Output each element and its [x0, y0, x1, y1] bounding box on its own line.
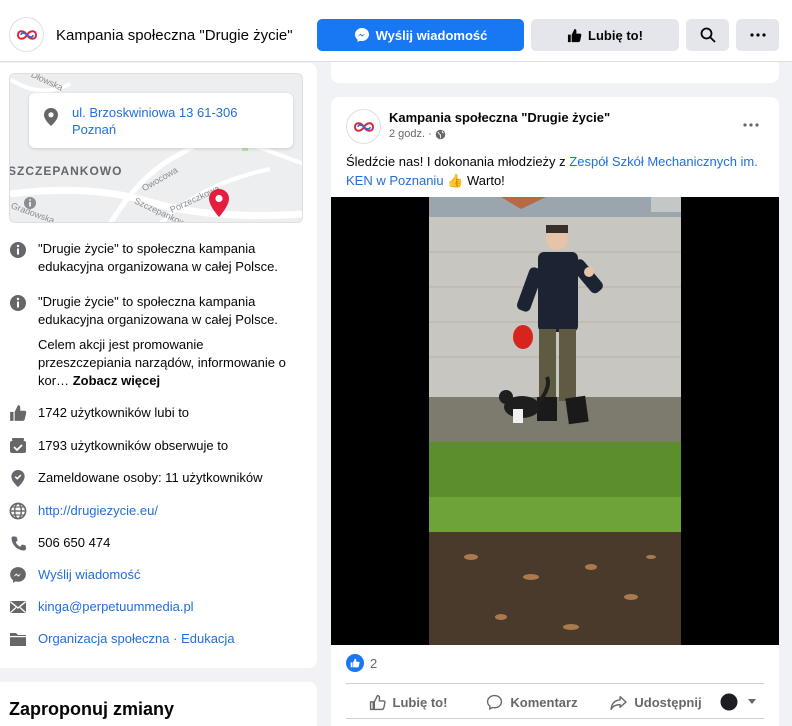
comment-icon [487, 694, 503, 710]
search-button[interactable] [686, 19, 729, 51]
thumbs-up-icon [8, 403, 28, 423]
envelope-icon [8, 597, 28, 617]
reaction-as-selector[interactable] [718, 693, 764, 711]
share-button[interactable]: Udostępnij [594, 694, 718, 711]
suggest-edits-card: Zaproponuj zmiany [0, 682, 317, 726]
phone-icon [8, 533, 28, 553]
send-message-link[interactable]: Wyślij wiadomość [38, 566, 293, 584]
likes-count: 1742 użytkowników lubi to [38, 405, 190, 420]
divider [346, 718, 764, 719]
page-title[interactable]: Kampania społeczna "Drugie życie" [56, 27, 293, 44]
infinity-logo-icon [353, 121, 374, 132]
thumbs-up-icon [567, 28, 582, 42]
location-pin-icon [44, 108, 58, 126]
comment-button[interactable]: Komentarz [470, 694, 594, 711]
like-post-label: Lubię to! [392, 694, 448, 710]
see-more-link[interactable]: Zobacz więcej [73, 373, 160, 388]
post-time-text[interactable]: 2 godz. [389, 128, 425, 140]
category-link[interactable]: Organizacja społeczna · Edukacja [38, 630, 293, 648]
reaction-count: 2 [370, 655, 378, 671]
about-description-text: "Drugie życie" to społeczna kampania edu… [38, 294, 278, 327]
address-line-2: Poznań [72, 122, 117, 137]
public-globe-icon [435, 129, 446, 139]
more-options-button[interactable] [736, 19, 779, 51]
suggest-edits-title: Zaproponuj zmiany [9, 699, 175, 719]
post-author-avatar[interactable] [346, 109, 381, 144]
more-icon [743, 123, 759, 127]
post-timestamp: 2 godz. · [389, 128, 446, 140]
avatar [720, 693, 737, 711]
about-card: Dłowska SZCZEPANKOWO Owocowa Porzeczkowa… [0, 63, 317, 668]
like-page-label: Lubię to! [588, 27, 643, 43]
checkins-count: Zameldowane osoby: 11 użytkowników [38, 470, 263, 485]
followers-count: 1793 użytkowników obserwuje to [38, 438, 229, 453]
thumbs-up-icon [369, 694, 386, 710]
followers-icon [8, 436, 28, 456]
post-actions: Lubię to! Komentarz Udostępnij [346, 687, 764, 717]
divider [346, 683, 764, 684]
info-icon [8, 240, 28, 260]
info-icon [8, 293, 28, 313]
about-description-text: "Drugie życie" to społeczna kampania edu… [38, 241, 278, 274]
location-map[interactable]: Dłowska SZCZEPANKOWO Owocowa Porzeczkowa… [9, 73, 303, 223]
checkin-icon [8, 468, 28, 488]
map-info-icon[interactable] [23, 196, 37, 210]
like-page-button[interactable]: Lubię to! [531, 19, 679, 51]
reactions-summary[interactable]: 2 [346, 654, 377, 672]
send-message-label: Wyślij wiadomość [375, 27, 488, 43]
send-message-button[interactable]: Wyślij wiadomość [317, 19, 524, 51]
post-text-start: Śledźcie nas! I dokonania młodzieży z [346, 154, 570, 169]
category-icon [8, 629, 28, 649]
like-reaction-icon [346, 654, 364, 672]
messenger-icon [8, 565, 28, 585]
about-long-description: Celem akcji jest promowanie przeszczepia… [38, 336, 293, 390]
page-logo[interactable] [9, 17, 44, 52]
post-text: Śledźcie nas! I dokonania młodzieży z Ze… [346, 152, 766, 190]
like-post-button[interactable]: Lubię to! [346, 694, 470, 711]
post-video[interactable] [331, 197, 779, 645]
website-link[interactable]: http://drugiezycie.eu/ [38, 502, 293, 520]
share-icon [610, 695, 628, 710]
chevron-down-icon [747, 699, 756, 704]
address-text[interactable]: ul. Brzoskwiniowa 13 61-306 Poznań [72, 104, 237, 138]
post-text-end: Warto! [463, 173, 505, 188]
map-district-label: SZCZEPANKOWO [9, 164, 123, 178]
infinity-logo-icon [16, 29, 37, 40]
phone-number[interactable]: 506 650 474 [38, 534, 293, 552]
address-line-1: ul. Brzoskwiniowa 13 61-306 [72, 105, 238, 120]
email-link[interactable]: kinga@perpetuummedia.pl [38, 598, 293, 616]
more-icon [749, 33, 766, 37]
comment-label: Komentarz [510, 694, 578, 710]
video-frame [331, 197, 779, 645]
thumbs-up-emoji: 👍 [447, 173, 464, 188]
search-icon [700, 27, 716, 43]
map-address-box[interactable]: ul. Brzoskwiniowa 13 61-306 Poznań [29, 93, 293, 148]
feed-post: Kampania społeczna "Drugie życie" 2 godz… [331, 97, 779, 726]
page-header: Kampania społeczna "Drugie życie" Wyślij… [0, 0, 792, 62]
globe-icon [8, 501, 28, 521]
share-label: Udostępnij [634, 694, 702, 710]
previous-post-bottom [331, 62, 779, 83]
messenger-icon [354, 28, 369, 42]
post-author-name[interactable]: Kampania społeczna "Drugie życie" [389, 110, 610, 125]
post-options-button[interactable] [743, 115, 759, 130]
map-pin-icon [209, 189, 229, 217]
